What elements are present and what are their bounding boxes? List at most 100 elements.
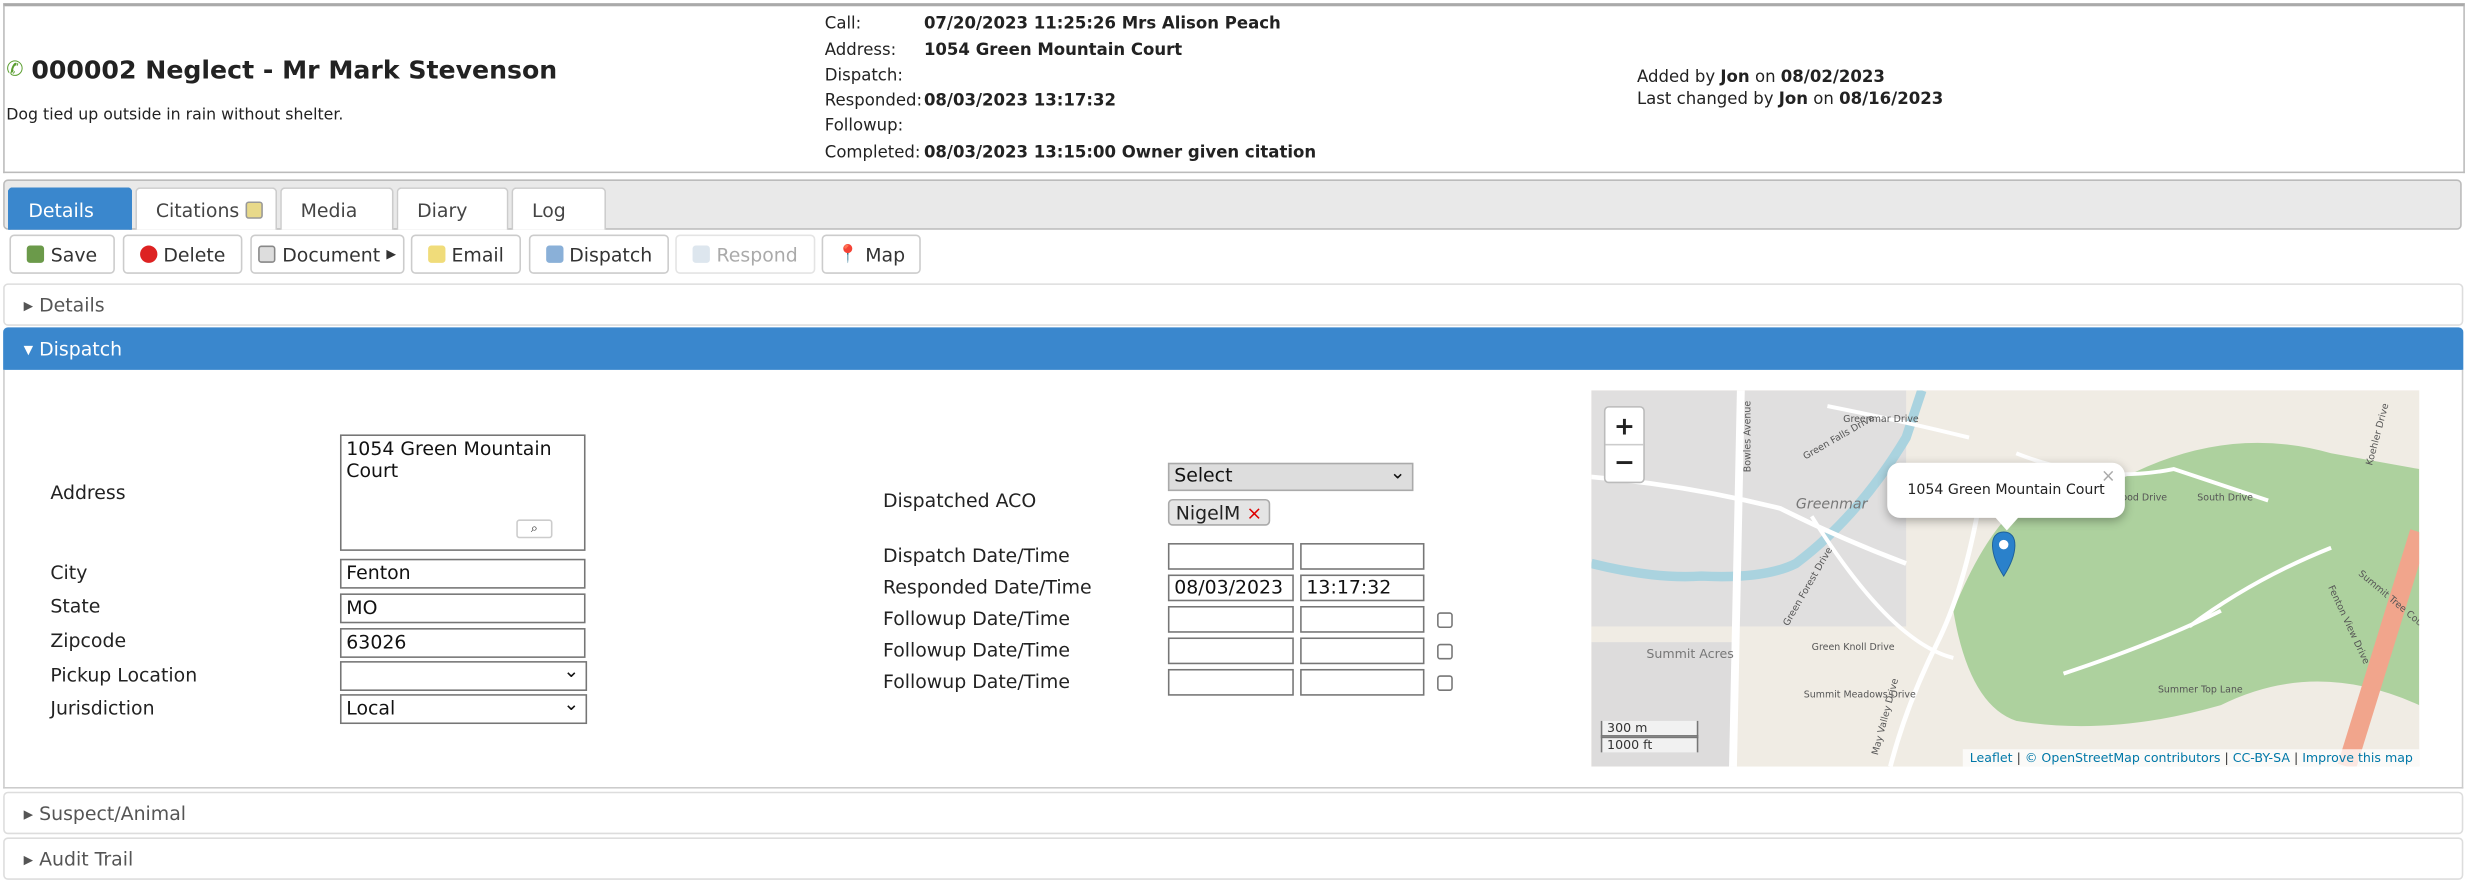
caret-right-icon: ▶ bbox=[386, 247, 397, 262]
meta-label: Address: bbox=[824, 40, 897, 60]
meta-label: Responded: bbox=[824, 91, 923, 111]
meta-label: Followup: bbox=[824, 116, 904, 136]
address-label: Address bbox=[50, 481, 126, 504]
time-input[interactable] bbox=[1300, 543, 1425, 570]
aco-select[interactable]: Select bbox=[1167, 461, 1414, 492]
date-input[interactable]: 08/03/2023 bbox=[1167, 574, 1294, 602]
date-row-label: Followup Date/Time bbox=[883, 639, 1070, 662]
respond-button[interactable]: Respond bbox=[675, 234, 816, 274]
date-row-label: Responded Date/Time bbox=[883, 576, 1092, 599]
date-input[interactable] bbox=[1167, 605, 1294, 633]
time-input[interactable] bbox=[1300, 637, 1425, 665]
section-dispatch-header[interactable]: ▾ Dispatch bbox=[3, 327, 2464, 370]
section-suspect-animal-header[interactable]: ▸ Suspect/Animal bbox=[3, 791, 2464, 835]
pickup-location-select[interactable] bbox=[339, 660, 588, 691]
zoom-control: + − bbox=[1603, 406, 1645, 484]
followup-checkbox[interactable] bbox=[1437, 612, 1453, 629]
tab-diary[interactable]: Diary bbox=[396, 187, 509, 230]
city-label: City bbox=[50, 561, 88, 584]
case-description: Dog tied up outside in rain without shel… bbox=[6, 107, 344, 125]
zoom-out-button[interactable]: − bbox=[1605, 445, 1643, 483]
map-label: Bowles Avenue bbox=[1742, 401, 1753, 473]
save-icon bbox=[27, 245, 45, 263]
map-button[interactable]: 📍 Map bbox=[821, 234, 921, 274]
zipcode-input[interactable]: 63026 bbox=[339, 628, 586, 658]
meta-row: Address: 1054 Green Mountain Court bbox=[824, 40, 1182, 60]
map-tiles[interactable]: Greenmar Drive Oakwood Drive South Drive… bbox=[1591, 390, 2420, 767]
meta-value: 1054 Green Mountain Court bbox=[923, 40, 1183, 60]
state-label: State bbox=[50, 594, 101, 618]
map-label: Summer Top Lane bbox=[2158, 685, 2243, 696]
tab-citations[interactable]: Citations bbox=[135, 187, 278, 230]
case-title-text: 000002 Neglect - Mr Mark Stevenson bbox=[31, 55, 558, 85]
map-label: Summit Meadows Drive bbox=[1804, 689, 1916, 700]
date-row-label: Dispatch Date/Time bbox=[883, 544, 1070, 567]
meta-value: 08/03/2023 13:15:00 Owner given citation bbox=[923, 143, 1317, 163]
meta-row: Completed: 08/03/2023 13:15:00 Owner give… bbox=[824, 143, 1316, 163]
time-input[interactable] bbox=[1300, 605, 1425, 633]
date-row-label: Followup Date/Time bbox=[883, 607, 1070, 630]
time-input[interactable] bbox=[1300, 668, 1425, 696]
map-label: South Drive bbox=[2197, 493, 2253, 504]
zoom-in-button[interactable]: + bbox=[1605, 408, 1644, 446]
meta-row: Call: 07/20/2023 11:25:26 Mrs Alison Peac… bbox=[824, 14, 1281, 34]
document-button[interactable]: Document ▶ bbox=[250, 234, 405, 274]
date-input[interactable] bbox=[1167, 637, 1294, 665]
meta-value: 08/03/2023 13:17:32 bbox=[923, 91, 1116, 111]
followup-checkbox[interactable] bbox=[1437, 675, 1453, 691]
map[interactable]: Greenmar Drive Oakwood Drive South Drive… bbox=[1591, 390, 2420, 767]
meta-row: Responded: 08/03/2023 13:17:32 bbox=[824, 91, 1116, 111]
section-details-header[interactable]: ▸ Details bbox=[3, 283, 2464, 326]
map-label: Summit Acres bbox=[1646, 646, 1733, 661]
jurisdiction-select[interactable]: Local bbox=[339, 693, 588, 725]
date-row-label: Followup Date/Time bbox=[883, 670, 1070, 693]
time-input[interactable]: 13:17:32 bbox=[1300, 574, 1425, 602]
license-link[interactable]: CC-BY-SA bbox=[2233, 751, 2290, 765]
tab-log[interactable]: Log bbox=[511, 187, 606, 230]
meta-value: 07/20/2023 11:25:26 Mrs Alison Peach bbox=[923, 14, 1281, 34]
address-lookup-icon[interactable]: ⌕ bbox=[516, 519, 553, 539]
zipcode-label: Zipcode bbox=[50, 629, 127, 652]
citation-note-icon bbox=[245, 201, 263, 219]
state-input[interactable]: MO bbox=[339, 593, 586, 624]
leaflet-link[interactable]: Leaflet bbox=[1970, 751, 2013, 765]
delete-icon bbox=[139, 245, 158, 263]
date-input[interactable] bbox=[1167, 668, 1294, 696]
jurisdiction-label: Jurisdiction bbox=[50, 697, 155, 720]
city-input[interactable]: Fenton bbox=[339, 558, 586, 589]
added-by: Added by Jon on 08/02/2023 bbox=[1636, 67, 1885, 87]
phone-icon: ✆ bbox=[6, 58, 24, 82]
meta-row: Dispatch: bbox=[825, 66, 903, 85]
meta-label: Completed: bbox=[824, 143, 921, 163]
respond-icon bbox=[692, 245, 711, 263]
osm-link[interactable]: © OpenStreetMap contributors bbox=[2025, 751, 2221, 765]
meta-label: Call: bbox=[824, 14, 862, 34]
tab-media[interactable]: Media bbox=[280, 187, 394, 230]
remove-tag-icon[interactable]: × bbox=[1246, 502, 1262, 524]
date-input[interactable] bbox=[1167, 543, 1294, 570]
tab-details[interactable]: Details bbox=[7, 187, 133, 230]
delete-button[interactable]: Delete bbox=[122, 234, 243, 274]
popup-close-icon[interactable]: × bbox=[2101, 466, 2116, 486]
dispatch-button[interactable]: Dispatch bbox=[528, 234, 669, 274]
email-icon bbox=[427, 245, 446, 263]
map-popup: 1054 Green Mountain Court × bbox=[1887, 462, 2125, 531]
tab-bar: Details Citations Media Diary Log bbox=[3, 179, 2462, 230]
section-audit-trail-header[interactable]: ▸ Audit Trail bbox=[3, 837, 2464, 880]
followup-checkbox[interactable] bbox=[1437, 643, 1453, 660]
map-scale: 300 m 1000 ft bbox=[1600, 720, 1699, 753]
popup-text: 1054 Green Mountain Court bbox=[1907, 483, 2105, 499]
map-label: Greenmar bbox=[1796, 496, 1869, 512]
map-pin-icon: 📍 bbox=[837, 243, 859, 265]
save-button[interactable]: Save bbox=[9, 234, 115, 274]
last-changed-by: Last changed by Jon on 08/16/2023 bbox=[1636, 89, 1944, 109]
case-title: ✆ 000002 Neglect - Mr Mark Stevenson bbox=[6, 55, 557, 85]
map-attribution: Leaflet | © OpenStreetMap contributors |… bbox=[1963, 749, 2420, 767]
pickup-location-label: Pickup Location bbox=[50, 664, 198, 687]
email-button[interactable]: Email bbox=[410, 234, 521, 274]
dispatched-aco-label: Dispatched ACO bbox=[883, 489, 1037, 512]
meta-label: Dispatch: bbox=[824, 66, 903, 85]
document-icon bbox=[258, 245, 276, 263]
aco-tag: NigelM × bbox=[1167, 498, 1271, 526]
improve-map-link[interactable]: Improve this map bbox=[2302, 751, 2413, 765]
